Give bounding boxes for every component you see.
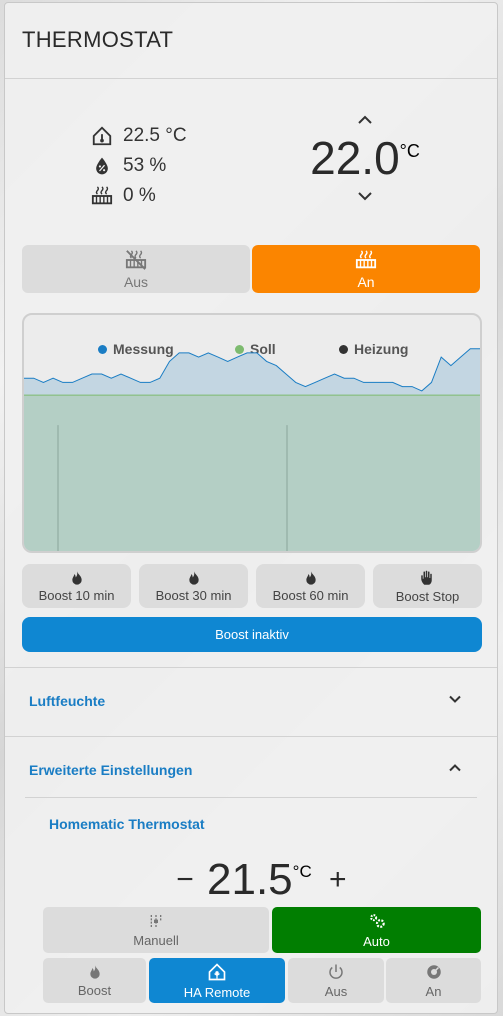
divider <box>25 797 477 798</box>
humidity-value: 53 % <box>123 155 167 176</box>
temperature-reading: 22.5 °C <box>91 121 187 151</box>
divider <box>5 736 497 737</box>
home-thermometer-icon <box>91 125 113 147</box>
hm-off-label: Aus <box>324 983 348 999</box>
radiator-off-icon <box>125 249 147 270</box>
cogs-icon <box>369 914 385 928</box>
fire-icon <box>89 964 100 979</box>
boost-stop-label: Boost Stop <box>395 588 460 604</box>
thermostat-card: THERMOSTAT 22.5 °C 53 % 0 % 22.0°C Aus A… <box>4 2 498 1014</box>
soll-area <box>24 395 480 551</box>
manual-mode-button[interactable]: Manuell <box>43 907 269 953</box>
setpoint-control: 22.0°C <box>305 111 425 205</box>
humidity-reading: 53 % <box>91 151 187 181</box>
heating-reading: 0 % <box>91 181 187 211</box>
hm-boost-label: Boost <box>77 982 112 998</box>
manual-mode-label: Manuell <box>133 933 179 948</box>
manual-mode-icon <box>150 915 162 927</box>
auto-mode-label: Auto <box>363 934 390 949</box>
boost-60-label: Boost 60 min <box>272 587 349 603</box>
temperature-value: 22.5 °C <box>123 125 187 146</box>
chevron-down-icon[interactable] <box>353 187 377 205</box>
mode-on-button[interactable]: An <box>252 245 480 293</box>
water-percent-icon <box>91 155 113 177</box>
homematic-value: 21.5 <box>207 855 293 904</box>
homematic-unit: °C <box>292 862 312 881</box>
radiator-icon <box>355 249 377 268</box>
boost-30-label: Boost 30 min <box>155 587 232 603</box>
current-readings: 22.5 °C 53 % 0 % <box>91 121 187 211</box>
hm-boost-button[interactable]: Boost <box>43 958 146 1003</box>
boost-status-button[interactable]: Boost inaktiv <box>22 617 482 652</box>
section-humidity-title: Luftfeuchte <box>29 693 106 709</box>
fire-icon <box>188 570 199 585</box>
setpoint-display: 22.0°C <box>305 129 425 187</box>
boost-stop-button[interactable]: Boost Stop <box>373 564 482 608</box>
hm-on-button[interactable]: An <box>386 958 481 1003</box>
mode-off-button[interactable]: Aus <box>22 245 250 293</box>
boost-30-button[interactable]: Boost 30 min <box>139 564 248 608</box>
thermostat-dial-icon <box>426 964 441 979</box>
boost-10-label: Boost 10 min <box>38 587 115 603</box>
chart-plot <box>24 348 480 551</box>
increase-button[interactable]: + <box>326 863 350 897</box>
homematic-title: Homematic Thermostat <box>49 816 205 832</box>
boost-60-button[interactable]: Boost 60 min <box>256 564 365 608</box>
mode-off-label: Aus <box>123 273 149 290</box>
setpoint-value: 22.0 <box>310 132 400 184</box>
fire-icon <box>71 570 82 585</box>
mode-on-label: An <box>357 273 375 290</box>
power-icon <box>329 964 343 979</box>
heating-value: 0 % <box>123 185 156 206</box>
hand-stop-icon <box>420 570 432 585</box>
hm-off-button[interactable]: Aus <box>288 958 384 1003</box>
hm-on-label: An <box>425 983 442 999</box>
divider <box>5 667 497 668</box>
fire-icon <box>305 570 316 585</box>
chevron-down-icon <box>449 695 461 703</box>
section-humidity-header[interactable]: Luftfeuchte <box>5 671 497 731</box>
history-chart: Messung Soll Heizung <box>22 313 482 553</box>
chevron-up-icon[interactable] <box>353 111 377 129</box>
section-advanced-title: Erweiterte Einstellungen <box>29 762 193 778</box>
divider <box>5 78 497 79</box>
decrease-button[interactable]: − <box>173 863 197 897</box>
home-automation-icon <box>208 962 226 980</box>
auto-mode-button[interactable]: Auto <box>272 907 481 953</box>
boost-10-button[interactable]: Boost 10 min <box>22 564 131 608</box>
ha-remote-label: HA Remote <box>183 984 251 1000</box>
radiator-icon <box>91 185 113 207</box>
chevron-up-icon <box>449 764 461 772</box>
section-advanced-header[interactable]: Erweiterte Einstellungen <box>5 740 497 800</box>
ha-remote-button[interactable]: HA Remote <box>149 958 285 1003</box>
setpoint-unit: °C <box>399 141 420 161</box>
card-title: THERMOSTAT <box>22 27 174 52</box>
homematic-setpoint: − 21.5 °C + <box>173 855 373 905</box>
